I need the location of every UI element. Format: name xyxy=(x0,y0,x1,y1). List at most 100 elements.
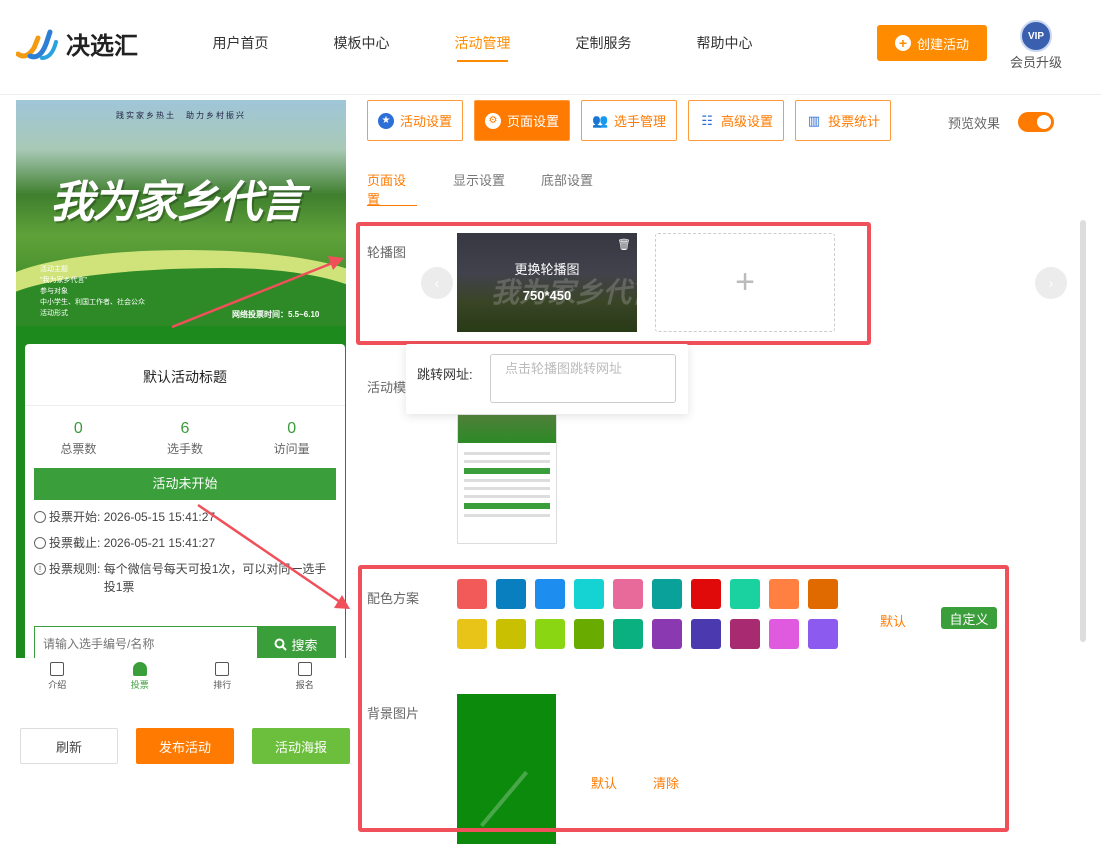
ranking-icon xyxy=(215,662,230,676)
sub-tabs: 页面设置 显示设置 底部设置 xyxy=(367,170,593,207)
activity-info: 投票开始: 2026-05-15 15:41:27 投票截止: 2026-05-… xyxy=(25,508,345,596)
template-thumbnail[interactable] xyxy=(457,414,557,544)
banner-slogan: 我为家乡代言 xyxy=(50,177,304,228)
search-button[interactable]: 搜索 xyxy=(257,627,335,658)
vip-upgrade[interactable]: VIP 会员升级 xyxy=(1006,20,1066,71)
vote-end-row: 投票截止: 2026-05-21 15:41:27 xyxy=(34,534,336,552)
refresh-button[interactable]: 刷新 xyxy=(20,728,118,764)
activity-poster-button[interactable]: 活动海报 xyxy=(252,728,350,764)
scrollbar[interactable] xyxy=(1080,220,1086,642)
vote-start-row: 投票开始: 2026-05-15 15:41:27 xyxy=(34,508,336,526)
tab-advanced-settings[interactable]: ☷ 高级设置 xyxy=(688,100,785,141)
thumb-line xyxy=(464,479,550,482)
subtab-display-settings[interactable]: 显示设置 xyxy=(453,170,505,206)
preview-effect: 预览效果 xyxy=(948,112,1055,132)
plus-circle-icon: + xyxy=(894,35,911,51)
thumb-line xyxy=(464,514,550,517)
vote-rule-row: ! 投票规则: 每个微信号每天可投1次，可以对同一选手投1票 xyxy=(34,560,336,596)
stat-total-votes: 0 总票数 xyxy=(25,420,132,468)
subtab-page-settings[interactable]: 页面设置 xyxy=(367,170,417,207)
intro-icon xyxy=(50,662,65,676)
preview-label: 预览效果 xyxy=(948,115,1001,131)
create-activity-label: 创建活动 xyxy=(916,36,969,52)
jump-url-label: 跳转网址: xyxy=(417,367,473,382)
thumb-line xyxy=(464,452,550,455)
thumb-banner xyxy=(458,415,556,443)
phone-preview: 践实家乡热土 助力乡村振兴 我为家乡代言 活动主题 "我为家乡代言" 参与对象 … xyxy=(16,100,346,658)
tab-vote[interactable]: 投票 xyxy=(99,658,182,700)
create-activity-button[interactable]: + 创建活动 xyxy=(877,25,987,61)
info-icon: ! xyxy=(34,563,46,575)
stat-value: 0 xyxy=(73,420,83,437)
nav-item-templates[interactable]: 模板中心 xyxy=(301,32,422,62)
user-icon xyxy=(132,662,147,676)
stat-label: 总票数 xyxy=(60,442,97,456)
tab-label: 排行 xyxy=(213,680,232,690)
top-header: 决选汇 用户首页 模板中心 活动管理 定制服务 帮助中心 + 创建活动 VIP … xyxy=(0,0,1101,95)
publish-activity-button[interactable]: 发布活动 xyxy=(136,728,234,764)
nav-item-activity-management[interactable]: 活动管理 xyxy=(422,32,543,62)
search-button-label: 搜索 xyxy=(291,637,318,653)
users-icon: 👥 xyxy=(591,113,609,128)
tab-vote-statistics[interactable]: ▥ 投票统计 xyxy=(795,100,892,141)
banner-info: 活动主题 "我为家乡代言" 参与对象 中小学生、利国工作者、社会公众 活动形式 xyxy=(40,264,145,319)
tab-page-settings[interactable]: ⚙ 页面设置 xyxy=(474,100,571,141)
stat-value: 6 xyxy=(180,420,190,437)
banner-info-line: 活动主题 xyxy=(40,266,68,273)
banner-info-line: 参与对象 xyxy=(40,288,68,295)
template-label: 活动模 xyxy=(367,380,407,395)
tab-signup[interactable]: 报名 xyxy=(264,658,347,700)
nav-item-help[interactable]: 帮助中心 xyxy=(664,32,785,62)
tab-label: 活动设置 xyxy=(400,114,453,129)
tab-label: 页面设置 xyxy=(507,114,560,129)
clock-icon xyxy=(34,537,46,549)
vip-upgrade-label: 会员升级 xyxy=(1009,55,1062,70)
thumb-line-green xyxy=(464,503,550,509)
star-icon: ★ xyxy=(378,112,394,129)
stat-value: 0 xyxy=(287,420,297,437)
subtab-footer-settings[interactable]: 底部设置 xyxy=(541,170,593,206)
nav-item-home[interactable]: 用户首页 xyxy=(180,32,301,62)
clock-icon xyxy=(34,511,46,523)
highlight-box-colors xyxy=(358,565,1009,832)
activity-status-bar: 活动未开始 xyxy=(34,468,336,500)
activity-title: 默认活动标题 xyxy=(25,344,345,406)
tab-activity-settings[interactable]: ★ 活动设置 xyxy=(367,100,464,141)
vip-badge-icon: VIP xyxy=(1020,20,1052,52)
activity-card: 默认活动标题 0 总票数 6 选手数 0 访问量 活动未开始 投票开始: 202… xyxy=(25,344,345,658)
signup-icon xyxy=(297,662,312,676)
preview-actions: 刷新 发布活动 活动海报 xyxy=(20,728,350,764)
thumb-content xyxy=(458,443,556,526)
highlight-box-carousel xyxy=(356,222,871,345)
vote-end-label: 投票截止: xyxy=(49,536,101,550)
tab-label: 投票 xyxy=(130,680,149,690)
contestant-search: 搜索 xyxy=(34,626,336,658)
activity-stats: 0 总票数 6 选手数 0 访问量 xyxy=(25,406,345,468)
tab-contestant-management[interactable]: 👥 选手管理 xyxy=(581,100,678,141)
search-input[interactable] xyxy=(35,627,257,658)
vote-start-label: 投票开始: xyxy=(49,510,101,524)
tab-label: 报名 xyxy=(295,680,314,690)
tab-label: 投票统计 xyxy=(828,114,881,129)
banner-top-text: 践实家乡热土 助力乡村振兴 xyxy=(116,111,246,120)
preview-toggle[interactable] xyxy=(1018,112,1055,132)
banner-info-line: 活动形式 xyxy=(40,310,68,317)
tab-ranking[interactable]: 排行 xyxy=(181,658,264,700)
jump-url-input[interactable]: 点击轮播图跳转网址 xyxy=(490,354,676,403)
thumb-line xyxy=(464,495,550,498)
bar-chart-icon: ▥ xyxy=(807,113,821,128)
logo-icon xyxy=(16,29,58,60)
search-icon xyxy=(274,638,288,651)
nav-item-custom-service[interactable]: 定制服务 xyxy=(543,32,664,62)
stat-visits: 0 访问量 xyxy=(238,420,345,468)
carousel-next-button[interactable]: › xyxy=(1035,267,1067,299)
thumb-line-green xyxy=(464,468,550,474)
brand-name: 决选汇 xyxy=(66,32,138,60)
thumb-line xyxy=(464,487,550,490)
preview-banner: 践实家乡热土 助力乡村振兴 我为家乡代言 活动主题 "我为家乡代言" 参与对象 … xyxy=(16,100,346,326)
main-nav: 用户首页 模板中心 活动管理 定制服务 帮助中心 xyxy=(180,32,785,62)
tab-intro[interactable]: 介绍 xyxy=(16,658,99,700)
banner-info-line: "我为家乡代言" xyxy=(40,277,87,284)
phone-tabbar: 介绍 投票 排行 报名 xyxy=(16,658,346,700)
brand-logo[interactable]: 决选汇 xyxy=(16,24,138,62)
